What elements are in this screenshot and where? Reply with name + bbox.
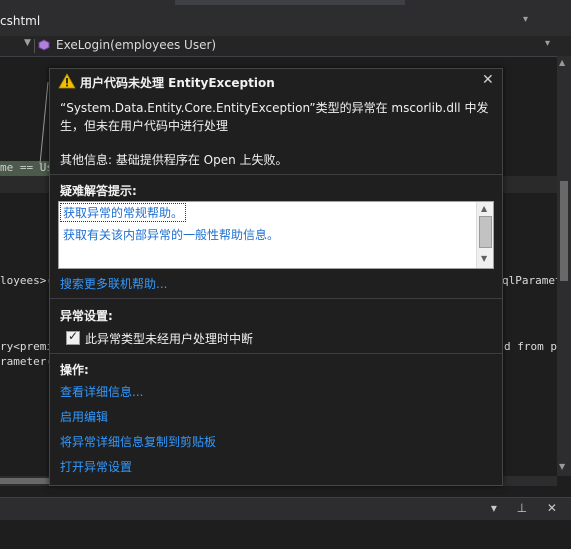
copy-details-link[interactable]: 将异常详细信息复制到剪贴板 — [60, 433, 216, 450]
tips-list[interactable]: 获取异常的常规帮助。 获取有关该内部异常的一般性帮助信息。 ▲ ▼ — [58, 201, 494, 269]
close-icon[interactable]: ✕ — [482, 72, 494, 88]
view-details-link[interactable]: 查看详细信息... — [60, 383, 143, 400]
tab-dropdown-icon[interactable]: ▾ — [523, 14, 528, 25]
search-more-link[interactable]: 搜索更多联机帮助... — [60, 275, 167, 292]
warning-icon — [58, 73, 76, 89]
pane-content — [0, 520, 571, 549]
scroll-up-icon[interactable]: ▲ — [559, 58, 565, 67]
settings-header: 异常设置: — [60, 309, 113, 323]
pane-tools[interactable]: ▾ ⊥ ✕ — [491, 501, 565, 515]
additional-info: 其他信息: 基础提供程序在 Open 上失败。 — [60, 153, 288, 167]
actions-header: 操作: — [60, 363, 89, 377]
vertical-scrollbar[interactable]: ▲ ▼ — [557, 56, 571, 476]
break-checkbox-label[interactable]: 此异常类型未经用户处理时中断 — [85, 330, 253, 347]
open-exception-settings-link[interactable]: 打开异常设置 — [60, 458, 132, 475]
exception-popup: 用户代码未处理 EntityException ✕ “System.Data.E… — [49, 68, 503, 486]
title-strip — [0, 0, 571, 12]
tips-scroll-thumb[interactable] — [479, 216, 492, 248]
code-line: loyees>( — [0, 274, 53, 287]
enable-editing-link[interactable]: 启用编辑 — [60, 408, 108, 425]
file-tab[interactable]: cshtml — [0, 14, 40, 28]
scroll-down-icon[interactable]: ▼ — [559, 462, 565, 471]
divider — [50, 353, 502, 354]
code-line: d from p — [504, 340, 557, 353]
code-line: qlParamet — [502, 274, 562, 287]
tips-header: 疑难解答提示: — [60, 184, 137, 198]
scroll-down-icon[interactable]: ▼ — [481, 254, 487, 263]
document-tab-row: cshtml ▾ — [0, 12, 571, 37]
exception-title: 用户代码未处理 EntityException — [80, 76, 275, 90]
method-icon — [38, 39, 50, 51]
scroll-thumb[interactable] — [560, 181, 568, 281]
tip-item[interactable]: 获取异常的常规帮助。 — [59, 203, 187, 222]
tips-scrollbar[interactable]: ▲ ▼ — [476, 202, 493, 268]
divider — [50, 174, 502, 175]
checkmark-icon: ✓ — [68, 329, 79, 343]
exception-message: “System.Data.Entity.Core.EntityException… — [60, 101, 489, 133]
navbar-dropdown-icon[interactable]: ▾ — [545, 38, 550, 49]
chevron-down-icon[interactable]: ▼ — [24, 38, 31, 48]
navbar-divider — [34, 39, 35, 53]
divider — [50, 298, 502, 299]
navigation-bar: ▼ ExeLogin(employees User) ▾ — [0, 36, 571, 57]
tip-item[interactable]: 获取有关该内部异常的一般性帮助信息。 — [63, 226, 279, 243]
scroll-up-icon[interactable]: ▲ — [481, 204, 487, 213]
code-line: ry<premi — [0, 340, 53, 353]
bottom-tool-pane: ▾ ⊥ ✕ — [0, 497, 571, 549]
break-checkbox[interactable]: ✓ — [66, 329, 80, 345]
method-selector[interactable]: ExeLogin(employees User) — [56, 38, 216, 52]
inactive-tab[interactable] — [175, 0, 405, 5]
